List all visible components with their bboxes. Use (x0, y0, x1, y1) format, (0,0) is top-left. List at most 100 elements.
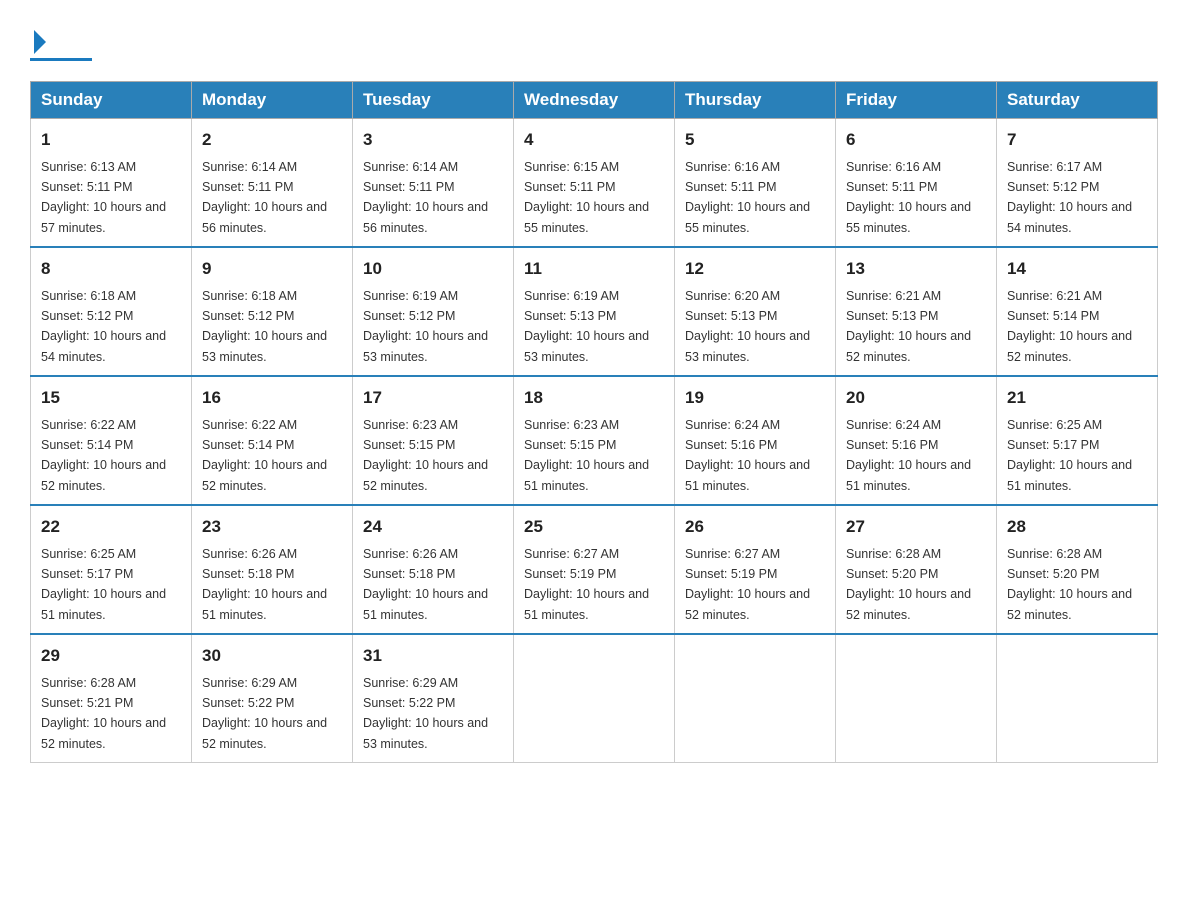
day-number: 4 (524, 127, 664, 153)
day-info: Sunrise: 6:18 AMSunset: 5:12 PMDaylight:… (202, 289, 327, 364)
day-number: 22 (41, 514, 181, 540)
day-info: Sunrise: 6:25 AMSunset: 5:17 PMDaylight:… (41, 547, 166, 622)
calendar-cell: 18 Sunrise: 6:23 AMSunset: 5:15 PMDaylig… (514, 376, 675, 505)
day-info: Sunrise: 6:24 AMSunset: 5:16 PMDaylight:… (846, 418, 971, 493)
day-number: 14 (1007, 256, 1147, 282)
calendar-cell: 27 Sunrise: 6:28 AMSunset: 5:20 PMDaylig… (836, 505, 997, 634)
calendar-cell: 31 Sunrise: 6:29 AMSunset: 5:22 PMDaylig… (353, 634, 514, 763)
calendar-cell: 16 Sunrise: 6:22 AMSunset: 5:14 PMDaylig… (192, 376, 353, 505)
day-info: Sunrise: 6:29 AMSunset: 5:22 PMDaylight:… (363, 676, 488, 751)
day-info: Sunrise: 6:17 AMSunset: 5:12 PMDaylight:… (1007, 160, 1132, 235)
calendar-week-1: 1 Sunrise: 6:13 AMSunset: 5:11 PMDayligh… (31, 119, 1158, 248)
day-number: 31 (363, 643, 503, 669)
calendar-cell: 4 Sunrise: 6:15 AMSunset: 5:11 PMDayligh… (514, 119, 675, 248)
calendar-cell: 30 Sunrise: 6:29 AMSunset: 5:22 PMDaylig… (192, 634, 353, 763)
day-number: 30 (202, 643, 342, 669)
day-info: Sunrise: 6:15 AMSunset: 5:11 PMDaylight:… (524, 160, 649, 235)
day-info: Sunrise: 6:22 AMSunset: 5:14 PMDaylight:… (41, 418, 166, 493)
day-number: 16 (202, 385, 342, 411)
day-number: 10 (363, 256, 503, 282)
day-number: 6 (846, 127, 986, 153)
day-number: 3 (363, 127, 503, 153)
day-number: 18 (524, 385, 664, 411)
calendar-cell: 8 Sunrise: 6:18 AMSunset: 5:12 PMDayligh… (31, 247, 192, 376)
calendar-cell: 13 Sunrise: 6:21 AMSunset: 5:13 PMDaylig… (836, 247, 997, 376)
day-number: 28 (1007, 514, 1147, 540)
calendar-cell: 6 Sunrise: 6:16 AMSunset: 5:11 PMDayligh… (836, 119, 997, 248)
day-info: Sunrise: 6:22 AMSunset: 5:14 PMDaylight:… (202, 418, 327, 493)
day-info: Sunrise: 6:19 AMSunset: 5:12 PMDaylight:… (363, 289, 488, 364)
calendar-cell: 24 Sunrise: 6:26 AMSunset: 5:18 PMDaylig… (353, 505, 514, 634)
day-number: 29 (41, 643, 181, 669)
calendar-week-2: 8 Sunrise: 6:18 AMSunset: 5:12 PMDayligh… (31, 247, 1158, 376)
calendar-cell (836, 634, 997, 763)
calendar-table: SundayMondayTuesdayWednesdayThursdayFrid… (30, 81, 1158, 763)
day-number: 11 (524, 256, 664, 282)
calendar-cell: 5 Sunrise: 6:16 AMSunset: 5:11 PMDayligh… (675, 119, 836, 248)
day-info: Sunrise: 6:23 AMSunset: 5:15 PMDaylight:… (363, 418, 488, 493)
weekday-header-row: SundayMondayTuesdayWednesdayThursdayFrid… (31, 82, 1158, 119)
day-number: 7 (1007, 127, 1147, 153)
day-number: 27 (846, 514, 986, 540)
calendar-cell: 15 Sunrise: 6:22 AMSunset: 5:14 PMDaylig… (31, 376, 192, 505)
logo (30, 30, 92, 61)
day-info: Sunrise: 6:16 AMSunset: 5:11 PMDaylight:… (846, 160, 971, 235)
day-number: 21 (1007, 385, 1147, 411)
day-number: 5 (685, 127, 825, 153)
day-info: Sunrise: 6:21 AMSunset: 5:13 PMDaylight:… (846, 289, 971, 364)
weekday-header-wednesday: Wednesday (514, 82, 675, 119)
logo-underline (30, 58, 92, 61)
day-number: 8 (41, 256, 181, 282)
day-number: 9 (202, 256, 342, 282)
calendar-cell: 9 Sunrise: 6:18 AMSunset: 5:12 PMDayligh… (192, 247, 353, 376)
day-number: 1 (41, 127, 181, 153)
day-info: Sunrise: 6:24 AMSunset: 5:16 PMDaylight:… (685, 418, 810, 493)
calendar-cell (514, 634, 675, 763)
calendar-cell: 25 Sunrise: 6:27 AMSunset: 5:19 PMDaylig… (514, 505, 675, 634)
day-number: 2 (202, 127, 342, 153)
day-info: Sunrise: 6:29 AMSunset: 5:22 PMDaylight:… (202, 676, 327, 751)
calendar-cell: 22 Sunrise: 6:25 AMSunset: 5:17 PMDaylig… (31, 505, 192, 634)
weekday-header-friday: Friday (836, 82, 997, 119)
day-info: Sunrise: 6:14 AMSunset: 5:11 PMDaylight:… (202, 160, 327, 235)
calendar-cell: 19 Sunrise: 6:24 AMSunset: 5:16 PMDaylig… (675, 376, 836, 505)
calendar-cell: 20 Sunrise: 6:24 AMSunset: 5:16 PMDaylig… (836, 376, 997, 505)
calendar-cell: 14 Sunrise: 6:21 AMSunset: 5:14 PMDaylig… (997, 247, 1158, 376)
day-number: 13 (846, 256, 986, 282)
calendar-cell: 11 Sunrise: 6:19 AMSunset: 5:13 PMDaylig… (514, 247, 675, 376)
calendar-cell: 10 Sunrise: 6:19 AMSunset: 5:12 PMDaylig… (353, 247, 514, 376)
day-info: Sunrise: 6:14 AMSunset: 5:11 PMDaylight:… (363, 160, 488, 235)
day-number: 15 (41, 385, 181, 411)
day-number: 17 (363, 385, 503, 411)
day-info: Sunrise: 6:20 AMSunset: 5:13 PMDaylight:… (685, 289, 810, 364)
day-info: Sunrise: 6:18 AMSunset: 5:12 PMDaylight:… (41, 289, 166, 364)
calendar-cell: 23 Sunrise: 6:26 AMSunset: 5:18 PMDaylig… (192, 505, 353, 634)
weekday-header-monday: Monday (192, 82, 353, 119)
calendar-cell: 1 Sunrise: 6:13 AMSunset: 5:11 PMDayligh… (31, 119, 192, 248)
weekday-header-sunday: Sunday (31, 82, 192, 119)
weekday-header-thursday: Thursday (675, 82, 836, 119)
calendar-cell (997, 634, 1158, 763)
day-info: Sunrise: 6:25 AMSunset: 5:17 PMDaylight:… (1007, 418, 1132, 493)
calendar-cell: 28 Sunrise: 6:28 AMSunset: 5:20 PMDaylig… (997, 505, 1158, 634)
day-info: Sunrise: 6:27 AMSunset: 5:19 PMDaylight:… (685, 547, 810, 622)
day-info: Sunrise: 6:26 AMSunset: 5:18 PMDaylight:… (363, 547, 488, 622)
calendar-cell: 29 Sunrise: 6:28 AMSunset: 5:21 PMDaylig… (31, 634, 192, 763)
weekday-header-saturday: Saturday (997, 82, 1158, 119)
logo-arrow-icon (34, 30, 46, 54)
day-info: Sunrise: 6:28 AMSunset: 5:20 PMDaylight:… (1007, 547, 1132, 622)
day-info: Sunrise: 6:28 AMSunset: 5:21 PMDaylight:… (41, 676, 166, 751)
day-info: Sunrise: 6:16 AMSunset: 5:11 PMDaylight:… (685, 160, 810, 235)
day-info: Sunrise: 6:23 AMSunset: 5:15 PMDaylight:… (524, 418, 649, 493)
weekday-header-tuesday: Tuesday (353, 82, 514, 119)
day-info: Sunrise: 6:27 AMSunset: 5:19 PMDaylight:… (524, 547, 649, 622)
calendar-cell: 7 Sunrise: 6:17 AMSunset: 5:12 PMDayligh… (997, 119, 1158, 248)
calendar-cell: 3 Sunrise: 6:14 AMSunset: 5:11 PMDayligh… (353, 119, 514, 248)
calendar-week-3: 15 Sunrise: 6:22 AMSunset: 5:14 PMDaylig… (31, 376, 1158, 505)
calendar-cell: 21 Sunrise: 6:25 AMSunset: 5:17 PMDaylig… (997, 376, 1158, 505)
day-number: 19 (685, 385, 825, 411)
calendar-week-4: 22 Sunrise: 6:25 AMSunset: 5:17 PMDaylig… (31, 505, 1158, 634)
day-number: 26 (685, 514, 825, 540)
day-number: 24 (363, 514, 503, 540)
day-info: Sunrise: 6:26 AMSunset: 5:18 PMDaylight:… (202, 547, 327, 622)
